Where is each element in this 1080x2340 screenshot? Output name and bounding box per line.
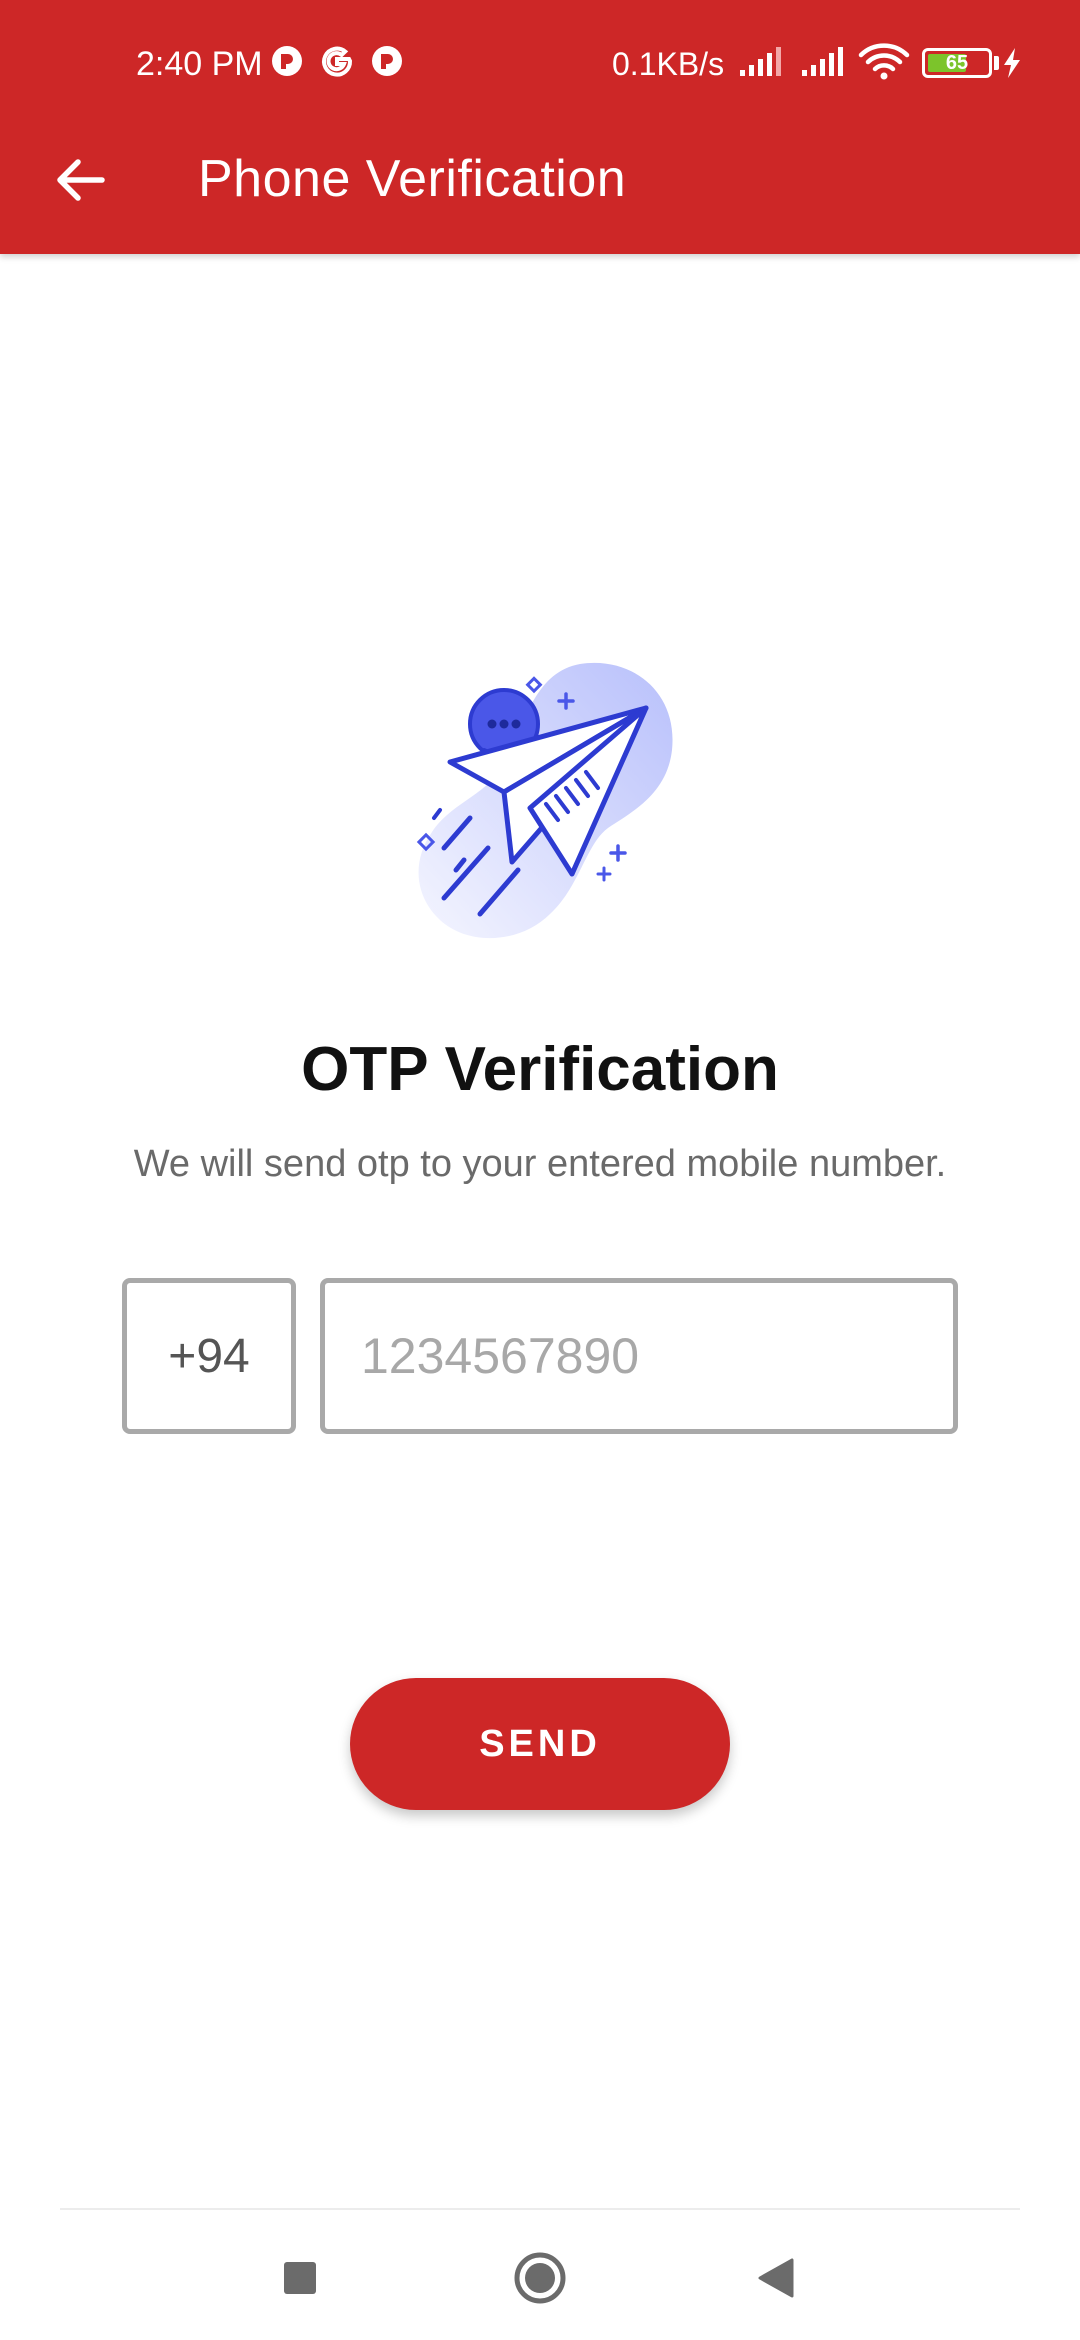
battery-level-text: 65 <box>945 52 969 74</box>
otp-headline: OTP Verification <box>301 1035 779 1104</box>
arrow-left-icon <box>57 159 105 201</box>
record-icon <box>272 46 302 76</box>
otp-subtitle: We will send otp to your entered mobile … <box>133 1143 947 1185</box>
record-icon <box>372 46 402 76</box>
nav-back-button[interactable] <box>716 2238 836 2318</box>
signal-icon <box>740 47 781 76</box>
battery-icon: 65 <box>922 48 992 78</box>
country-code-field[interactable]: +94 <box>122 1278 296 1434</box>
network-speed: 0.1KB/s <box>612 46 725 82</box>
status-time: 2:40 PM <box>136 45 263 83</box>
wifi-icon <box>858 43 910 80</box>
charging-icon <box>1004 48 1020 78</box>
nav-divider <box>60 2208 1020 2210</box>
app-bar: 2:40 PM 0.1KB/s 65 Phone Verification <box>0 0 1080 254</box>
paper-plane-chat-illustration <box>416 662 673 939</box>
back-triangle-icon <box>758 2258 794 2298</box>
home-circle-icon <box>514 2252 566 2304</box>
recents-button[interactable] <box>240 2238 360 2318</box>
google-icon <box>322 46 353 77</box>
recents-square-icon <box>284 2262 316 2294</box>
send-button[interactable]: SEND <box>350 1678 730 1810</box>
battery-cap <box>994 56 999 70</box>
signal-icon <box>802 47 843 76</box>
phone-number-input[interactable] <box>320 1278 958 1434</box>
back-button[interactable] <box>40 140 120 220</box>
status-bar: 2:40 PM 0.1KB/s 65 <box>0 0 1080 126</box>
home-button[interactable] <box>480 2238 600 2318</box>
page-title: Phone Verification <box>198 150 627 208</box>
